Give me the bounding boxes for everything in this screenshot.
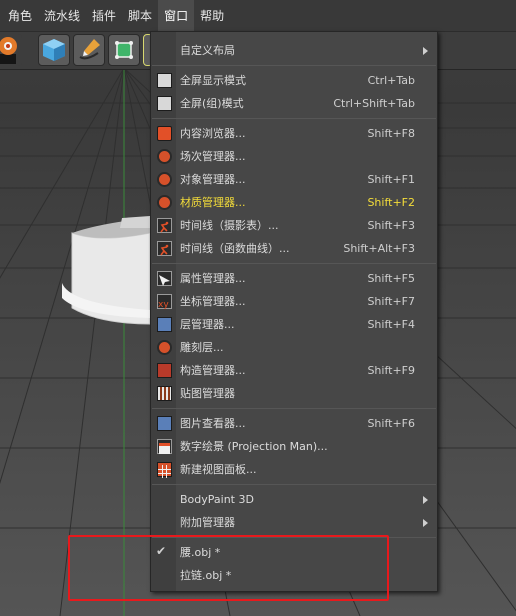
menu-character[interactable]: 角色 [2,0,38,31]
menu-item-label: 坐标管理器... [180,295,246,308]
menu-item-label: 雕刻层... [180,341,224,354]
menu-item-timeline-dopesheet[interactable]: 时间线（摄影表）... Shift+F3 [151,214,437,237]
menu-item-label: 全屏(组)模式 [180,97,244,110]
layers-icon [157,317,172,332]
menu-item-shortcut: Ctrl+Shift+Tab [333,97,415,110]
submenu-arrow-icon [423,519,428,527]
menu-item-label: 对象管理器... [180,173,246,186]
menu-separator [152,484,436,485]
annotation-highlight-box [68,535,389,601]
menu-item-shortcut: Shift+F1 [367,173,415,186]
menu-item-label: 贴图管理器 [180,387,235,400]
menu-item-picture-viewer[interactable]: 图片查看器... Shift+F6 [151,412,437,435]
menu-item-label: 新建视图面板... [180,463,257,476]
pen-icon [79,39,100,60]
menu-item-layer-manager[interactable]: 层管理器... Shift+F4 [151,313,437,336]
coordinate-icon: xy [157,294,172,310]
film-reel-icon [157,149,172,164]
menu-separator [152,65,436,66]
menu-item-shortcut: Shift+F6 [367,417,415,430]
menu-item-fullscreen[interactable]: 全屏显示模式 Ctrl+Tab [151,69,437,92]
menu-item-label: 构造管理器... [180,364,246,377]
folder-icon [157,126,172,141]
picture-viewer-icon [157,416,172,431]
clapperboard-icon [157,439,172,454]
menu-item-label: 全屏显示模式 [180,74,246,87]
menu-item-shortcut: Shift+F5 [367,272,415,285]
menu-item-label: 层管理器... [180,318,235,331]
material-sphere-icon [157,195,172,210]
application-window: 角色 流水线 插件 脚本 窗口 帮助 自定义布局 全屏显示模式 Ctrl+Tab… [0,0,516,616]
menu-item-extra-managers[interactable]: 附加管理器 [151,511,437,534]
menu-item-shortcut: Shift+F9 [367,364,415,377]
submenu-arrow-icon [423,47,428,55]
subdivision-cube-icon [115,41,133,59]
menu-pipeline[interactable]: 流水线 [38,0,86,31]
menu-item-shortcut: Shift+F8 [367,127,415,140]
menu-item-new-view-panel[interactable]: 新建视图面板... [151,458,437,481]
gear-icon [0,37,17,64]
menu-item-label: 数字绘景 (Projection Man)... [180,440,328,453]
menu-item-texture-manager[interactable]: 贴图管理器 [151,382,437,405]
menu-item-shortcut: Shift+Alt+F3 [343,242,415,255]
running-figure-icon [157,218,172,233]
menu-item-label: 图片查看器... [180,417,246,430]
menu-item-scene-manager[interactable]: 场次管理器... [151,145,437,168]
submenu-arrow-icon [423,496,428,504]
menu-item-content-browser[interactable]: 内容浏览器... Shift+F8 [151,122,437,145]
belt-object [62,216,151,325]
menu-item-sculpt-layer[interactable]: 雕刻层... [151,336,437,359]
menu-item-label: 时间线（摄影表）... [180,219,279,232]
window-menu-dropdown: 自定义布局 全屏显示模式 Ctrl+Tab 全屏(组)模式 Ctrl+Shift… [150,31,438,592]
subdivision-tool-button[interactable] [108,34,140,66]
fullscreen-group-icon [157,96,172,111]
gear-tool-button[interactable] [0,34,22,66]
fullscreen-icon [157,73,172,88]
menu-item-projection-man[interactable]: 数字绘景 (Projection Man)... [151,435,437,458]
menu-bar: 角色 流水线 插件 脚本 窗口 帮助 [0,0,516,32]
menu-separator [152,118,436,119]
menu-separator [152,263,436,264]
menu-item-shortcut: Shift+F7 [367,295,415,308]
menu-item-label: BodyPaint 3D [180,493,254,506]
cube-icon [43,39,65,61]
menu-window[interactable]: 窗口 [158,0,195,31]
menu-item-label: 附加管理器 [180,516,235,529]
menu-item-label: 材质管理器... [180,196,246,209]
running-figure-icon [157,241,172,256]
structure-cube-icon [157,363,172,378]
menu-item-shortcut: Shift+F2 [367,196,415,209]
menu-item-structure-manager[interactable]: 构造管理器... Shift+F9 [151,359,437,382]
menu-item-timeline-fcurve[interactable]: 时间线（函数曲线）... Shift+Alt+F3 [151,237,437,260]
view-panel-icon [157,462,172,478]
sculpt-icon [157,340,172,355]
menu-script[interactable]: 脚本 [122,0,158,31]
menu-separator [152,408,436,409]
menu-item-shortcut: Ctrl+Tab [367,74,415,87]
menu-item-shortcut: Shift+F3 [367,219,415,232]
menu-item-label: 属性管理器... [180,272,246,285]
menu-item-object-manager[interactable]: 对象管理器... Shift+F1 [151,168,437,191]
menu-item-fullscreen-group[interactable]: 全屏(组)模式 Ctrl+Shift+Tab [151,92,437,115]
cube-tool-button[interactable] [38,34,70,66]
menu-item-coordinate-manager[interactable]: xy 坐标管理器... Shift+F7 [151,290,437,313]
object-manager-icon [157,172,172,187]
menu-item-attribute-manager[interactable]: 属性管理器... Shift+F5 [151,267,437,290]
menu-item-bodypaint[interactable]: BodyPaint 3D [151,488,437,511]
menu-item-label: 内容浏览器... [180,127,246,140]
menu-item-label: 时间线（函数曲线）... [180,242,290,255]
menu-item-material-manager[interactable]: 材质管理器... Shift+F2 [151,191,437,214]
menu-item-label: 场次管理器... [180,150,246,163]
menu-item-label: 自定义布局 [180,44,235,57]
menu-plugins[interactable]: 插件 [86,0,122,31]
pen-tool-button[interactable] [73,34,105,66]
menu-item-custom-layout[interactable]: 自定义布局 [151,39,437,62]
svg-text:xy: xy [158,300,169,310]
arrow-cursor-icon [157,271,172,286]
menu-help[interactable]: 帮助 [194,0,230,31]
checker-texture-icon [157,386,172,401]
menu-item-shortcut: Shift+F4 [367,318,415,331]
